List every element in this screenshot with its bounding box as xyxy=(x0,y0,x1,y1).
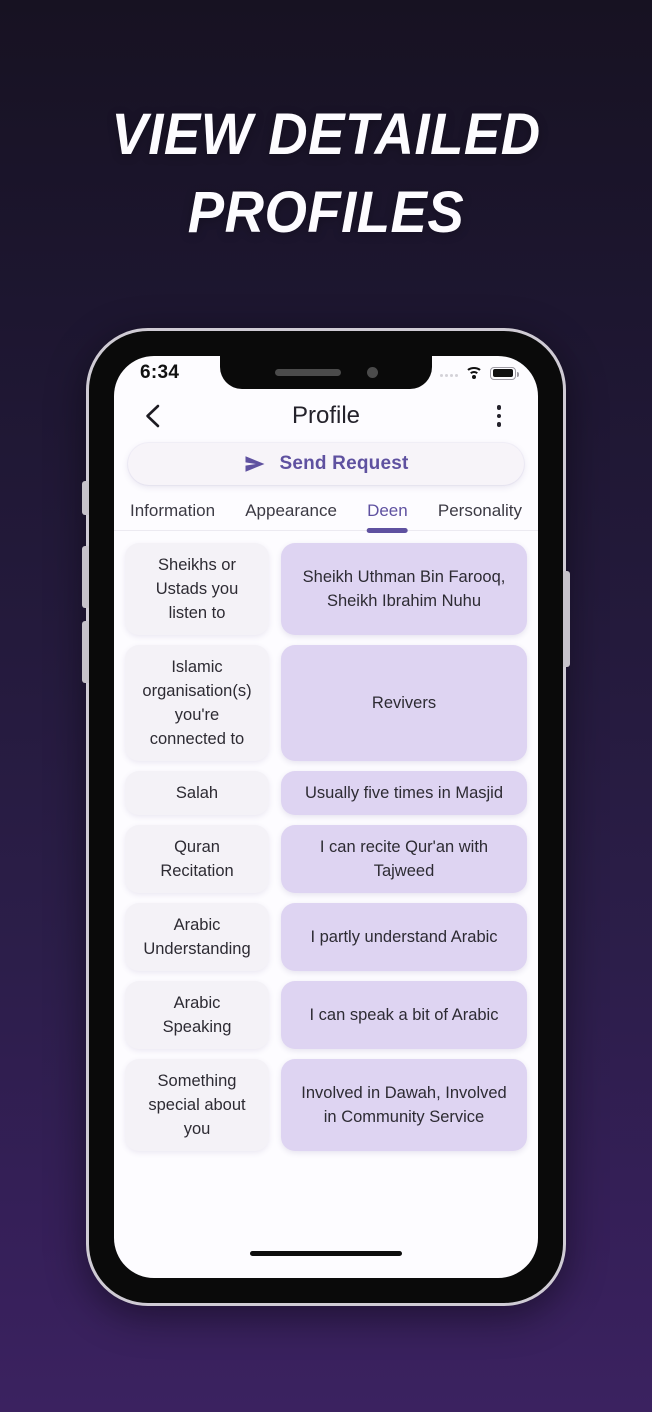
send-request-label: Send Request xyxy=(279,453,409,474)
detail-label: Something special about you xyxy=(125,1059,269,1151)
deen-details-list: Sheikhs or Ustads you listen to Sheikh U… xyxy=(114,531,538,1151)
app-header: Profile xyxy=(114,389,538,443)
detail-label: Sheikhs or Ustads you listen to xyxy=(125,543,269,635)
detail-row: Islamic organisation(s) you're connected… xyxy=(125,645,527,761)
home-indicator[interactable] xyxy=(250,1251,402,1256)
phone-mockup: 6:34 Profile Send Request Information Ap… xyxy=(82,328,570,1306)
tab-appearance-label: Appearance xyxy=(245,501,337,520)
earpiece-speaker-icon xyxy=(274,369,341,376)
tab-personality[interactable]: Personality xyxy=(438,501,522,530)
detail-label: Islamic organisation(s) you're connected… xyxy=(125,645,269,761)
promo-headline-line-1: VIEW DETAILED xyxy=(111,102,541,167)
detail-row: Salah Usually five times in Masjid xyxy=(125,771,527,815)
detail-label: Arabic Speaking xyxy=(125,981,269,1049)
promo-headline-line-2: PROFILES xyxy=(187,180,465,245)
signal-dots-icon xyxy=(440,373,458,380)
detail-row: Quran Recitation I can recite Qur'an wit… xyxy=(125,825,527,893)
status-bar-indicators xyxy=(440,366,519,380)
chevron-left-icon xyxy=(146,404,160,428)
tab-deen[interactable]: Deen xyxy=(367,501,408,530)
front-camera-icon xyxy=(366,367,378,378)
detail-value: Involved in Dawah, Involved in Community… xyxy=(281,1059,527,1151)
battery-full-icon xyxy=(490,366,519,380)
tab-appearance[interactable]: Appearance xyxy=(245,501,337,530)
more-options-button[interactable] xyxy=(482,399,516,433)
phone-volume-up-button[interactable] xyxy=(82,546,89,608)
detail-value: Sheikh Uthman Bin Farooq, Sheikh Ibrahim… xyxy=(281,543,527,635)
tab-personality-label: Personality xyxy=(437,501,522,520)
promo-headline: VIEW DETAILED PROFILES xyxy=(20,96,633,252)
back-button[interactable] xyxy=(136,399,170,433)
phone-silence-switch[interactable] xyxy=(82,481,89,515)
detail-value: Usually five times in Masjid xyxy=(281,771,527,815)
send-icon xyxy=(245,456,265,472)
detail-row: Arabic Understanding I partly understand… xyxy=(125,903,527,971)
status-bar-clock: 6:34 xyxy=(140,361,180,383)
detail-row: Arabic Speaking I can speak a bit of Ara… xyxy=(125,981,527,1049)
detail-row: Something special about you Involved in … xyxy=(125,1059,527,1151)
page-title: Profile xyxy=(291,402,361,429)
detail-label: Quran Recitation xyxy=(125,825,269,893)
detail-value: I partly understand Arabic xyxy=(281,903,527,971)
tab-deen-label: Deen xyxy=(367,501,408,520)
phone-notch xyxy=(220,356,432,389)
phone-volume-down-button[interactable] xyxy=(82,621,89,683)
detail-row: Sheikhs or Ustads you listen to Sheikh U… xyxy=(125,543,527,635)
tab-information-label: Information xyxy=(130,501,216,520)
detail-label: Arabic Understanding xyxy=(125,903,269,971)
profile-tabs: Information Appearance Deen Personality xyxy=(114,485,538,531)
detail-value: Revivers xyxy=(281,645,527,761)
phone-power-button[interactable] xyxy=(563,571,570,667)
detail-label: Salah xyxy=(125,771,269,815)
send-request-section: Send Request xyxy=(114,443,538,485)
wifi-icon xyxy=(465,366,483,380)
detail-value: I can speak a bit of Arabic xyxy=(281,981,527,1049)
phone-screen: 6:34 Profile Send Request Information Ap… xyxy=(114,356,538,1278)
send-request-button[interactable]: Send Request xyxy=(128,443,524,485)
tab-information[interactable]: Information xyxy=(130,501,215,530)
detail-value: I can recite Qur'an with Tajweed xyxy=(281,825,527,893)
